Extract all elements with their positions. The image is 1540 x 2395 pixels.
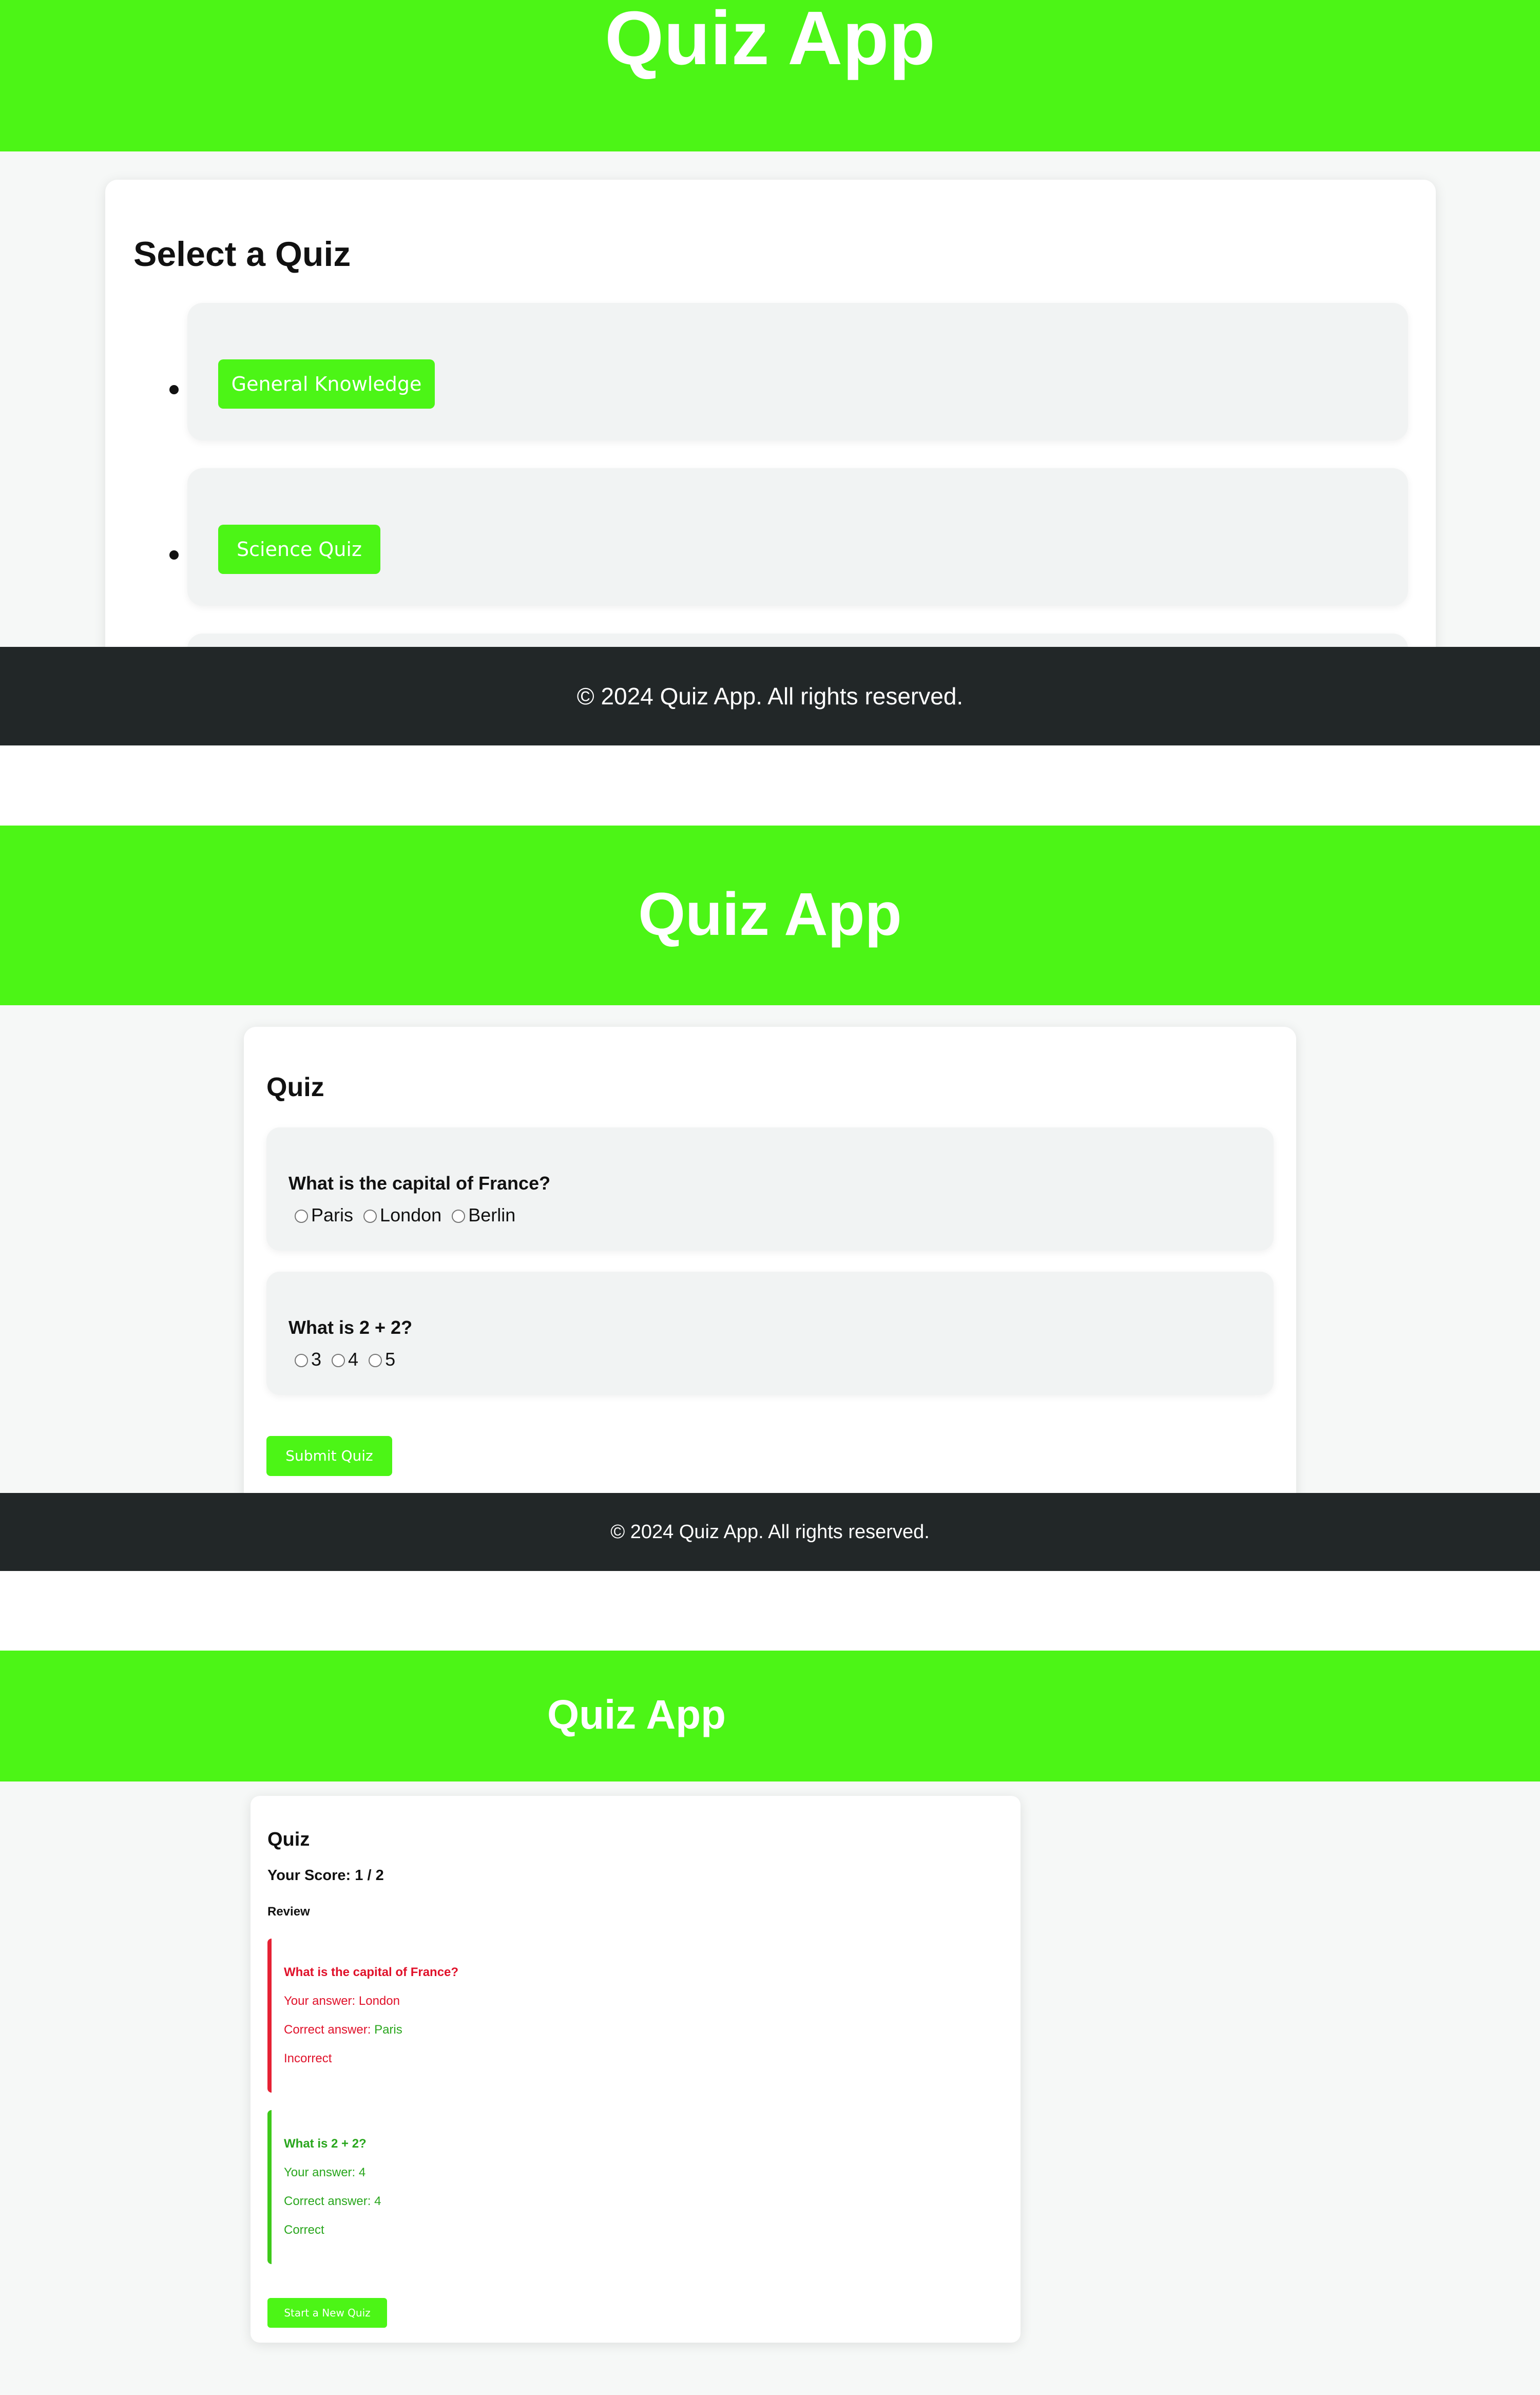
select-quiz-heading: Select a Quiz — [133, 235, 351, 274]
radio-button[interactable] — [295, 1354, 308, 1367]
quiz-card: Quiz What is the capital of France? Pari… — [244, 1027, 1296, 1540]
review-item-correct: What is 2 + 2? Your answer: 4 Correct an… — [267, 2110, 986, 2264]
quiz-screen: Quiz App Quiz What is the capital of Fra… — [0, 826, 1540, 1571]
correct-answer-line: Correct answer: Paris — [284, 2023, 402, 2037]
radio-button[interactable] — [363, 1210, 377, 1223]
verdict-text: Correct — [284, 2223, 324, 2237]
footer-copyright: © 2024 Quiz App. All rights reserved. — [576, 683, 964, 710]
app-title: Quiz App — [638, 880, 902, 948]
correct-answer-value: Paris — [374, 2023, 402, 2037]
option-3[interactable]: 3 — [295, 1349, 321, 1370]
list-bullet — [169, 550, 179, 560]
quiz-button-general-knowledge[interactable]: General Knowledge — [218, 359, 435, 409]
submit-quiz-button[interactable]: Submit Quiz — [266, 1436, 392, 1476]
app-footer: © 2024 Quiz App. All rights reserved. — [0, 1493, 1540, 1571]
your-answer-value: London — [358, 1994, 400, 2008]
radio-button[interactable] — [295, 1210, 308, 1223]
review-question: What is the capital of France? — [284, 1965, 459, 1979]
correct-answer-line: Correct answer: 4 — [284, 2194, 381, 2208]
radio-button[interactable] — [332, 1354, 345, 1367]
quiz-list-item: General Knowledge — [187, 303, 1408, 440]
app-title: Quiz App — [605, 0, 935, 81]
your-answer-line: Your answer: 4 — [284, 2166, 366, 2179]
app-header: Quiz App — [0, 1651, 1540, 1781]
verdict-text: Incorrect — [284, 2052, 332, 2065]
your-answer-value: 4 — [358, 2166, 366, 2179]
app-title: Quiz App — [547, 1692, 726, 1737]
answer-options: 3 4 5 — [295, 1349, 400, 1370]
option-4[interactable]: 4 — [332, 1349, 358, 1370]
quiz-list-item: Science Quiz — [187, 468, 1408, 606]
your-answer-line: Your answer: London — [284, 1994, 400, 2008]
quiz-select-screen: Quiz App Select a Quiz General Knowledge… — [0, 0, 1540, 745]
review-item-incorrect: What is the capital of France? Your answ… — [267, 1939, 986, 2093]
radio-button[interactable] — [369, 1354, 382, 1367]
quiz-button-science[interactable]: Science Quiz — [218, 525, 380, 574]
option-5[interactable]: 5 — [369, 1349, 395, 1370]
option-berlin[interactable]: Berlin — [452, 1204, 515, 1226]
start-new-quiz-button[interactable]: Start a New Quiz — [267, 2298, 387, 2328]
app-header: Quiz App — [0, 0, 1540, 151]
results-screen: Quiz App Quiz Your Score: 1 / 2 Review W… — [0, 1651, 1540, 2395]
list-bullet — [169, 385, 179, 394]
answer-options: Paris London Berlin — [295, 1204, 521, 1226]
option-paris[interactable]: Paris — [295, 1204, 353, 1226]
results-heading: Quiz — [267, 1829, 310, 1850]
question-card: What is 2 + 2? 3 4 5 — [266, 1272, 1274, 1395]
question-card: What is the capital of France? Paris Lon… — [266, 1127, 1274, 1251]
option-london[interactable]: London — [363, 1204, 441, 1226]
radio-button[interactable] — [452, 1210, 466, 1223]
results-card: Quiz Your Score: 1 / 2 Review What is th… — [251, 1796, 1021, 2343]
app-header: Quiz App — [0, 826, 1540, 1005]
score-text: Your Score: 1 / 2 — [267, 1867, 384, 1884]
question-text: What is 2 + 2? — [288, 1317, 413, 1338]
quiz-heading: Quiz — [266, 1072, 324, 1102]
question-text: What is the capital of France? — [288, 1173, 551, 1194]
footer-copyright: © 2024 Quiz App. All rights reserved. — [610, 1521, 930, 1543]
app-footer: © 2024 Quiz App. All rights reserved. — [0, 647, 1540, 745]
correct-answer-value: 4 — [374, 2194, 381, 2208]
review-heading: Review — [267, 1905, 310, 1919]
review-question: What is 2 + 2? — [284, 2137, 367, 2151]
